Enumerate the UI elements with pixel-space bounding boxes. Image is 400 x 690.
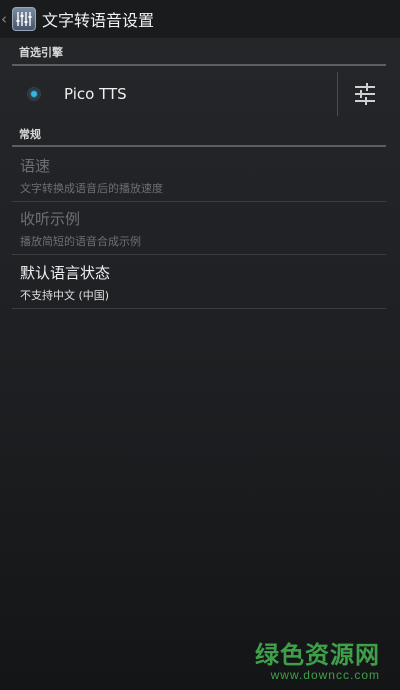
pref-summary: 文字转换成语音后的播放速度	[20, 182, 163, 195]
section-header-label: 首选引擎	[19, 46, 63, 59]
pref-default-language-status[interactable]: 默认语言状态 不支持中文 (中国)	[12, 257, 386, 309]
pref-title: 语速	[20, 157, 51, 175]
equalizer-sliders-icon[interactable]	[12, 7, 36, 31]
section-header-label: 常规	[19, 128, 41, 141]
watermark-name: 绿色资源网	[255, 641, 380, 669]
engine-radio-button[interactable]	[27, 87, 41, 101]
action-bar: ‹ 文字转语音设置	[0, 0, 400, 38]
pref-speech-rate[interactable]: 语速 文字转换成语音后的播放速度	[12, 150, 386, 202]
sliders-icon[interactable]	[352, 82, 378, 106]
divider	[337, 72, 338, 116]
pref-title: 默认语言状态	[20, 264, 111, 282]
engine-name: Pico TTS	[64, 85, 127, 103]
chevron-left-icon[interactable]: ‹	[1, 0, 11, 38]
pref-title: 收听示例	[20, 210, 81, 228]
pref-summary: 播放简短的语音合成示例	[20, 235, 141, 248]
section-header-general: 常规	[12, 126, 386, 147]
page-title: 文字转语音设置	[42, 11, 155, 30]
radio-selected-dot	[31, 91, 37, 97]
pref-summary: 不支持中文 (中国)	[20, 289, 110, 302]
section-header-preferred-engine: 首选引擎	[12, 44, 386, 66]
engine-row-pico-tts[interactable]: Pico TTS	[12, 72, 386, 116]
watermark: 绿色资源网 www.downcc.com	[255, 642, 380, 682]
watermark-url: www.downcc.com	[270, 668, 380, 682]
pref-listen-example[interactable]: 收听示例 播放简短的语音合成示例	[12, 203, 386, 255]
